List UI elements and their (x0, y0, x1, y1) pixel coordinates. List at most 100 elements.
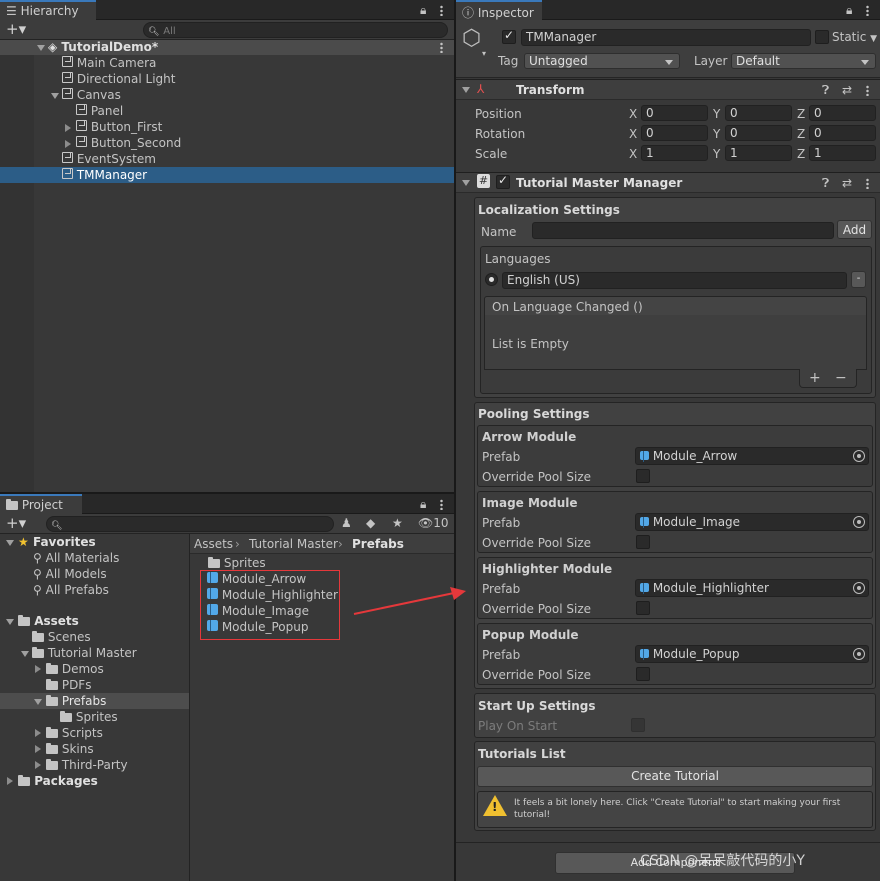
highlighter-prefab-field[interactable]: Module_Highlighter (635, 579, 869, 597)
file-module-highlighter[interactable]: Module_Highlighter (207, 587, 338, 603)
arrow-override-checkbox[interactable] (636, 469, 650, 483)
hierarchy-item-tmmanager[interactable]: TMManager (62, 167, 147, 183)
active-checkbox[interactable] (502, 28, 516, 44)
presets-icon[interactable]: ⇄ (842, 82, 852, 98)
scale-y-field[interactable]: 1 (725, 145, 792, 161)
add-language-button[interactable]: Add (837, 220, 872, 239)
scale-x-field[interactable]: 1 (641, 145, 708, 161)
favorite-all-prefabs[interactable]: ⚲ All Prefabs (33, 582, 109, 598)
folder-sprites[interactable]: Sprites (60, 709, 118, 725)
assets-folder[interactable]: Assets (18, 613, 79, 629)
label-tag-icon[interactable]: ◆ (366, 515, 375, 531)
axis-x-label[interactable]: X (629, 126, 637, 142)
file-module-arrow[interactable]: Module_Arrow (207, 571, 306, 587)
expand-arrow[interactable] (6, 540, 14, 546)
folder-skins[interactable]: Skins (46, 741, 94, 757)
favorites-header[interactable]: ★ Favorites (18, 534, 96, 550)
collapse-arrow[interactable] (35, 665, 41, 673)
component-enabled-checkbox[interactable] (496, 173, 510, 189)
tab-project[interactable]: Project (0, 494, 82, 515)
hierarchy-search-input[interactable]: 🔍︎ All (143, 22, 448, 38)
image-prefab-field[interactable]: Module_Image (635, 513, 869, 531)
image-override-checkbox[interactable] (636, 535, 650, 549)
object-picker-icon[interactable] (853, 450, 865, 462)
position-x-field[interactable]: 0 (641, 105, 708, 121)
hierarchy-item-canvas[interactable]: Canvas (62, 87, 121, 103)
project-search-input[interactable]: 🔍︎ (46, 516, 334, 532)
object-picker-icon[interactable] (853, 582, 865, 594)
expand-arrow[interactable] (21, 651, 29, 657)
popup-override-checkbox[interactable] (636, 667, 650, 681)
expand-arrow[interactable] (37, 45, 45, 51)
arrow-prefab-field[interactable]: Module_Arrow (635, 447, 869, 465)
file-module-image[interactable]: Module_Image (207, 603, 309, 619)
highlighter-override-checkbox[interactable] (636, 601, 650, 615)
axis-x-label[interactable]: X (629, 106, 637, 122)
position-z-field[interactable]: 0 (809, 105, 876, 121)
static-dropdown[interactable]: Static ▼ (832, 29, 877, 47)
axis-z-label[interactable]: Z (797, 106, 805, 122)
gameobject-large-icon[interactable]: ⬡ (462, 26, 481, 52)
object-picker-icon[interactable] (853, 648, 865, 660)
hierarchy-item-directional-light[interactable]: Directional Light (62, 71, 176, 87)
search-by-type-icon[interactable]: ♟ (341, 515, 352, 531)
lock-icon[interactable]: 🔒︎ (420, 496, 426, 512)
popup-prefab-field[interactable]: Module_Popup (635, 645, 869, 663)
component-menu-icon[interactable] (866, 85, 869, 96)
tab-inspector[interactable]: ⓘ Inspector (456, 0, 542, 21)
axis-z-label[interactable]: Z (797, 146, 805, 162)
create-add-icon[interactable]: +▾ (6, 21, 26, 37)
more-options-icon[interactable] (440, 5, 443, 16)
collapse-arrow[interactable] (35, 729, 41, 737)
object-name-input[interactable]: TMManager (521, 29, 811, 46)
breadcrumb-prefabs[interactable]: Prefabs (352, 536, 404, 552)
rotation-y-field[interactable]: 0 (725, 125, 792, 141)
icon-dropdown-arrow[interactable]: ▾ (482, 46, 486, 62)
axis-y-label[interactable]: Y (713, 146, 720, 162)
expand-arrow[interactable] (462, 180, 470, 186)
scene-menu-icon[interactable] (440, 42, 443, 53)
collapse-arrow[interactable] (35, 745, 41, 753)
remove-event-button[interactable]: − (835, 370, 847, 386)
rotation-x-field[interactable]: 0 (641, 125, 708, 141)
folder-scripts[interactable]: Scripts (46, 725, 103, 741)
position-y-field[interactable]: 0 (725, 105, 792, 121)
hidden-packages-toggle[interactable]: 👁︎10 (418, 515, 449, 531)
remove-language-button[interactable]: - (851, 271, 866, 288)
hierarchy-item-panel[interactable]: Panel (76, 103, 123, 119)
expand-arrow[interactable] (462, 87, 470, 93)
create-tutorial-button[interactable]: Create Tutorial (477, 766, 873, 787)
hierarchy-item-button-second[interactable]: Button_Second (76, 135, 181, 151)
favorite-all-models[interactable]: ⚲ All Models (33, 566, 107, 582)
collapse-arrow[interactable] (35, 761, 41, 769)
hierarchy-item-eventsystem[interactable]: EventSystem (62, 151, 156, 167)
layer-dropdown[interactable]: Default (731, 53, 876, 69)
language-field[interactable]: English (US) (502, 272, 847, 289)
create-add-icon[interactable]: +▾ (6, 515, 26, 531)
language-name-input[interactable] (532, 222, 834, 239)
help-icon[interactable]: ❓︎ (822, 175, 829, 191)
hierarchy-item-main-camera[interactable]: Main Camera (62, 55, 156, 71)
breadcrumb-tutorial-master[interactable]: Tutorial Master (249, 536, 338, 552)
axis-z-label[interactable]: Z (797, 126, 805, 142)
packages-folder[interactable]: Packages (18, 773, 98, 789)
folder-pdfs[interactable]: PDFs (46, 677, 91, 693)
expand-arrow[interactable] (34, 699, 42, 705)
favorite-all-materials[interactable]: ⚲ All Materials (33, 550, 119, 566)
add-event-button[interactable]: + (809, 370, 821, 386)
collapse-arrow[interactable] (65, 140, 71, 148)
folder-scenes[interactable]: Scenes (32, 629, 91, 645)
static-checkbox[interactable] (815, 30, 829, 44)
object-picker-icon[interactable] (853, 516, 865, 528)
lock-icon[interactable]: 🔒︎ (846, 2, 852, 18)
axis-y-label[interactable]: Y (713, 126, 720, 142)
folder-third-party[interactable]: Third-Party (46, 757, 128, 773)
axis-x-label[interactable]: X (629, 146, 637, 162)
scale-z-field[interactable]: 1 (809, 145, 876, 161)
more-options-icon[interactable] (866, 5, 869, 16)
language-radio[interactable] (485, 273, 498, 286)
axis-y-label[interactable]: Y (713, 106, 720, 122)
lock-icon[interactable]: 🔒︎ (420, 2, 426, 18)
expand-arrow[interactable] (51, 93, 59, 99)
hierarchy-item-button-first[interactable]: Button_First (76, 119, 162, 135)
